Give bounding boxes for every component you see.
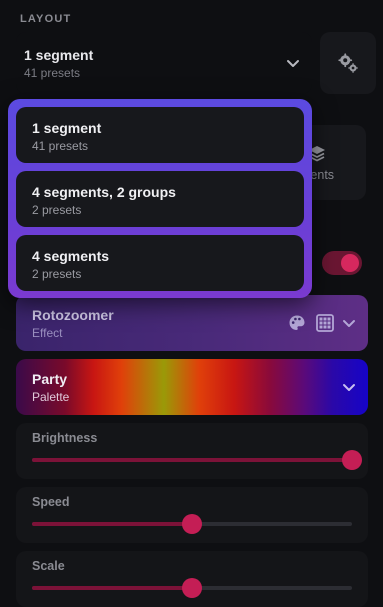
power-toggle[interactable] [322,251,362,275]
slider-fill [32,458,352,462]
palette-subtitle: Palette [32,390,70,404]
effect-title: Rotozoomer [32,307,114,323]
dropdown-option[interactable]: 1 segment 41 presets [16,107,304,163]
scale-slider[interactable] [32,578,352,598]
palette-card[interactable]: Party Palette [16,359,368,415]
slider-thumb[interactable] [182,578,202,598]
grid-icon[interactable] [316,314,334,332]
gear-icon [338,53,358,73]
chevron-down-icon [287,60,299,67]
option-title: 4 segments, 2 groups [32,184,176,200]
palette-title: Party [32,371,68,387]
brightness-slider[interactable] [32,450,362,470]
slider-label: Scale [32,559,65,573]
option-subtitle: 2 presets [32,203,82,217]
layout-select-title: 1 segment [24,47,94,63]
dropdown-option[interactable]: 4 segments 2 presets [16,235,304,291]
effect-subtitle: Effect [32,326,63,340]
option-title: 4 segments [32,248,110,264]
layout-dropdown: 1 segment 41 presets 4 segments, 2 group… [8,99,312,298]
effect-card[interactable]: Rotozoomer Effect [16,295,368,351]
chevron-down-icon [343,384,355,391]
option-title: 1 segment [32,120,102,136]
slider-fill [32,522,192,526]
slider-fill [32,586,192,590]
slider-label: Brightness [32,431,98,445]
palette-icon[interactable] [288,314,306,332]
slider-label: Speed [32,495,70,509]
option-subtitle: 41 presets [32,139,89,153]
dropdown-option[interactable]: 4 segments, 2 groups 2 presets [16,171,304,227]
brightness-slider-card: Brightness [16,423,368,479]
slider-thumb[interactable] [342,450,362,470]
speed-slider[interactable] [32,514,352,534]
layout-select-subtitle: 41 presets [24,66,81,80]
chevron-down-icon [343,320,355,327]
speed-slider-card: Speed [16,487,368,543]
option-subtitle: 2 presets [32,267,82,281]
layout-select[interactable]: 1 segment 41 presets [16,32,312,94]
scale-slider-card: Scale [16,551,368,607]
settings-button[interactable] [320,32,376,94]
slider-thumb[interactable] [182,514,202,534]
toggle-knob [341,254,359,272]
section-title: LAYOUT [20,13,72,25]
